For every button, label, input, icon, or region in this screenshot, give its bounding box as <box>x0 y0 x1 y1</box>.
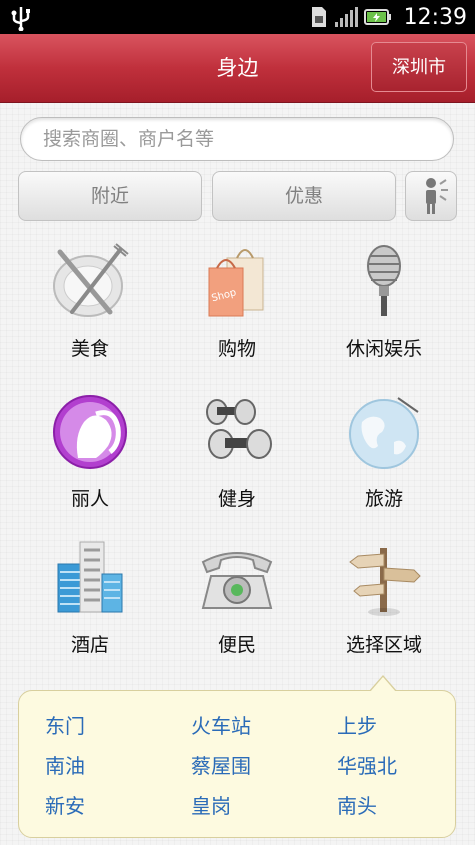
shopping-bag-icon: Shop <box>208 249 264 317</box>
category-label: 酒店 <box>70 634 109 656</box>
category-hotel[interactable]: 酒店 <box>15 538 165 678</box>
district-link[interactable]: 新安 <box>45 790 85 819</box>
title-bar: 身边 深圳市 <box>0 34 475 103</box>
telephone-icon <box>201 552 273 609</box>
shake-button[interactable] <box>405 171 457 221</box>
district-link[interactable]: 火车站 <box>191 710 251 739</box>
globe-icon <box>349 397 419 469</box>
clock: 12:39 <box>403 4 467 30</box>
category-label: 美食 <box>70 338 109 360</box>
city-select-button[interactable]: 深圳市 <box>371 42 467 92</box>
district-link[interactable]: 南头 <box>337 790 377 819</box>
signpost-icon <box>349 548 421 616</box>
category-travel[interactable]: 旅游 <box>309 392 459 532</box>
category-label: 便民 <box>217 634 256 656</box>
hotel-building-icon <box>57 541 123 613</box>
category-label: 休闲娱乐 <box>345 338 422 360</box>
sim-card-icon <box>311 7 326 27</box>
category-select-area[interactable]: 选择区域 <box>309 538 459 678</box>
category-convenience[interactable]: 便民 <box>162 538 312 678</box>
search-input[interactable] <box>20 117 454 161</box>
category-label: 购物 <box>217 338 256 360</box>
nearby-button[interactable]: 附近 <box>18 171 202 221</box>
district-link[interactable]: 蔡屋围 <box>191 750 251 779</box>
category-fitness[interactable]: 健身 <box>162 392 312 532</box>
category-shopping[interactable]: Shop 购物 <box>162 242 312 382</box>
district-link[interactable]: 上步 <box>337 710 377 739</box>
status-bar: 12:39 <box>0 0 475 34</box>
category-label: 选择区域 <box>345 634 422 656</box>
battery-charging-icon <box>363 9 391 25</box>
signal-icon <box>334 7 358 27</box>
district-link[interactable]: 东门 <box>45 710 85 739</box>
category-label: 健身 <box>217 488 256 510</box>
dumbbell-icon <box>206 399 272 459</box>
deals-button[interactable]: 优惠 <box>212 171 396 221</box>
district-link[interactable]: 皇岗 <box>191 790 231 819</box>
district-link[interactable]: 华强北 <box>337 750 397 779</box>
category-leisure[interactable]: 休闲娱乐 <box>309 242 459 382</box>
category-label: 旅游 <box>364 488 403 510</box>
woman-silhouette-icon <box>53 395 127 469</box>
category-food[interactable]: 美食 <box>15 242 165 382</box>
plate-fork-knife-icon <box>53 243 129 317</box>
district-link[interactable]: 南油 <box>45 750 85 779</box>
microphone-icon <box>367 245 401 316</box>
category-label: 丽人 <box>70 488 109 510</box>
category-beauty[interactable]: 丽人 <box>15 392 165 532</box>
shake-person-icon <box>426 178 448 214</box>
usb-icon <box>11 7 30 31</box>
